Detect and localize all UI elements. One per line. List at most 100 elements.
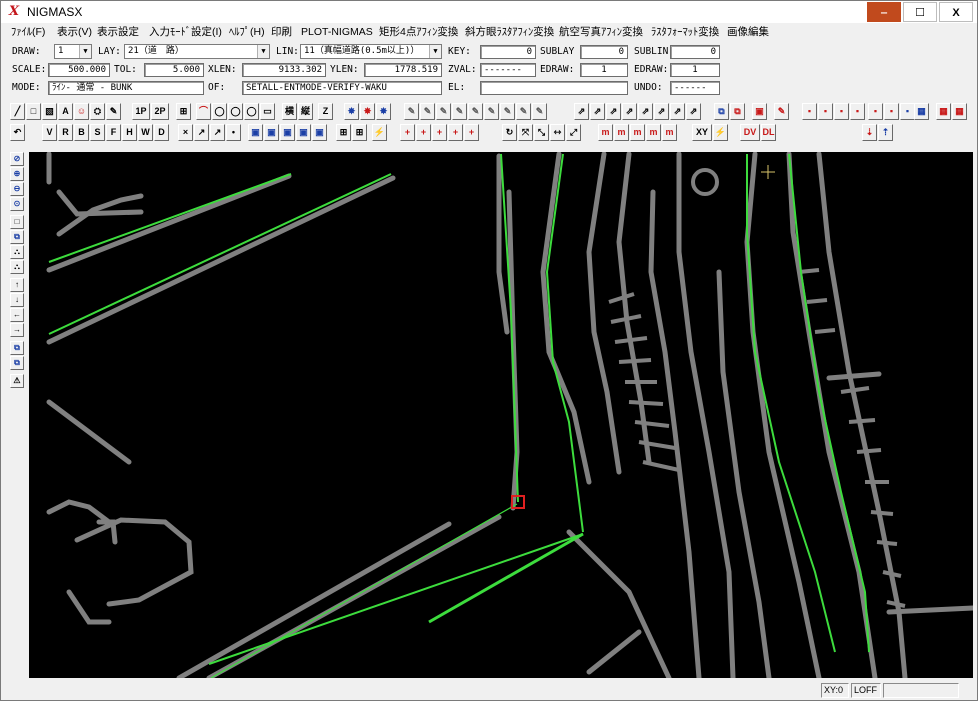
circle2-tool-button[interactable]: ◯: [228, 103, 243, 120]
measure5-button[interactable]: m: [662, 124, 677, 141]
edit8-button[interactable]: ✎: [516, 103, 531, 120]
xlen-field[interactable]: 9133.302: [242, 63, 326, 77]
measure1-button[interactable]: m: [598, 124, 613, 141]
file7-button[interactable]: ▪: [900, 103, 915, 120]
menu-view[interactable]: 表示(V): [57, 25, 92, 39]
menu-display-settings[interactable]: 表示設定: [97, 25, 139, 39]
menu-print[interactable]: 印刷: [271, 25, 292, 39]
binoculars-icon[interactable]: ⛬: [10, 245, 24, 259]
close-button[interactable]: X: [939, 2, 973, 22]
edit4-button[interactable]: ✎: [452, 103, 467, 120]
stamp-tool-button[interactable]: ⛭: [90, 103, 105, 120]
view5-button[interactable]: ▣: [312, 124, 327, 141]
select-f-button[interactable]: F: [106, 124, 121, 141]
burst-blue-button[interactable]: ✸: [344, 103, 359, 120]
edit2-button[interactable]: ✎: [420, 103, 435, 120]
maximize-button[interactable]: ☐: [903, 2, 937, 22]
snap3-button[interactable]: +: [432, 124, 447, 141]
one-point-button[interactable]: 1P: [132, 103, 150, 120]
line-tool-button[interactable]: ╱: [10, 103, 25, 120]
layer-down-button[interactable]: ⇣: [862, 124, 877, 141]
undo-button[interactable]: ↶: [10, 124, 25, 141]
menu-image-edit[interactable]: 画像編集: [727, 25, 769, 39]
skew-button[interactable]: ⤢: [566, 124, 581, 141]
snap5-button[interactable]: +: [464, 124, 479, 141]
dv-button[interactable]: DV: [740, 124, 760, 141]
select-s-button[interactable]: S: [90, 124, 105, 141]
select-d-button[interactable]: D: [154, 124, 169, 141]
el-field[interactable]: [480, 81, 628, 95]
zoom-fit-button[interactable]: ⊙: [10, 197, 24, 211]
scale-button[interactable]: ⤧: [518, 124, 533, 141]
menu-help[interactable]: ﾍﾙﾌﾟ(H): [229, 25, 265, 39]
zoom-reset-button[interactable]: ⊘: [10, 152, 24, 166]
move2-button[interactable]: ⇗: [590, 103, 605, 120]
arc-tool-button[interactable]: ⌒: [196, 103, 211, 120]
file3-button[interactable]: ▪: [834, 103, 849, 120]
dot-button[interactable]: •: [226, 124, 241, 141]
move3-button[interactable]: ⇗: [606, 103, 621, 120]
file6-button[interactable]: ▪: [884, 103, 899, 120]
file1-button[interactable]: ▪: [802, 103, 817, 120]
mirror-button[interactable]: ⇿: [550, 124, 565, 141]
z-button[interactable]: Z: [318, 103, 333, 120]
rotate-button[interactable]: ↻: [502, 124, 517, 141]
circle-tool-button[interactable]: ◯: [212, 103, 227, 120]
binoculars2-icon[interactable]: ⛬: [10, 260, 24, 274]
two-point-button[interactable]: 2P: [151, 103, 169, 120]
select-b-button[interactable]: B: [74, 124, 89, 141]
flash-button[interactable]: ⚡: [372, 124, 387, 141]
edit6-button[interactable]: ✎: [484, 103, 499, 120]
zoom-out-button[interactable]: ⊖: [10, 182, 24, 196]
panel2-button[interactable]: ▦: [936, 103, 951, 120]
snap4-button[interactable]: +: [448, 124, 463, 141]
measure4-button[interactable]: m: [646, 124, 661, 141]
warning-icon[interactable]: ⚠: [10, 374, 24, 388]
zoom-in-button[interactable]: ⊕: [10, 167, 24, 181]
line-select[interactable]: 11（真幅道路(0.5m以上)） ▼: [300, 44, 442, 59]
panel-button[interactable]: ▦: [914, 103, 929, 120]
edit1-button[interactable]: ✎: [404, 103, 419, 120]
xy-flash-button[interactable]: ⚡: [713, 124, 728, 141]
undo-field[interactable]: ------: [670, 81, 720, 95]
hatch-tool-button[interactable]: ▧: [42, 103, 57, 120]
zoom-prev-button[interactable]: ⧉: [10, 230, 24, 244]
move5-button[interactable]: ⇗: [638, 103, 653, 120]
panel3-button[interactable]: ▦: [952, 103, 967, 120]
move8-button[interactable]: ⇗: [686, 103, 701, 120]
file4-button[interactable]: ▪: [850, 103, 865, 120]
select-h-button[interactable]: H: [122, 124, 137, 141]
measure3-button[interactable]: m: [630, 124, 645, 141]
edraw-field[interactable]: 1: [580, 63, 628, 77]
zval-field[interactable]: -------: [480, 63, 536, 77]
menu-raster-format[interactable]: ﾗｽﾀﾌｫｰﾏｯﾄ変換: [651, 25, 719, 39]
menu-plot-nigmas[interactable]: PLOT-NIGMAS: [301, 25, 373, 39]
layer-up-button[interactable]: ⇡: [878, 124, 893, 141]
zoom-window-button[interactable]: □: [10, 215, 24, 229]
arrow2-button[interactable]: ↗: [210, 124, 225, 141]
key-field[interactable]: 0: [480, 45, 536, 59]
menu-input-mode[interactable]: 入力ﾓｰﾄﾞ設定(I): [149, 25, 222, 39]
cross-mark-button[interactable]: ×: [178, 124, 193, 141]
map-canvas[interactable]: [29, 152, 973, 678]
move1-button[interactable]: ⇗: [574, 103, 589, 120]
menu-oblique-raster-affine[interactable]: 斜方眼ﾗｽﾀｱﾌｨﾝ変換: [465, 25, 554, 39]
edraw2-field[interactable]: 1: [670, 63, 720, 77]
frame-button[interactable]: ▣: [752, 103, 767, 120]
copy2-button[interactable]: ⧉: [730, 103, 745, 120]
rect-tool-button[interactable]: □: [26, 103, 41, 120]
horizontal-button[interactable]: 横: [282, 103, 297, 120]
pan-left-button[interactable]: ←: [10, 308, 24, 322]
stretch-button[interactable]: ⤡: [534, 124, 549, 141]
menu-file[interactable]: ﾌｧｲﾙ(F): [11, 25, 45, 39]
burst-green-button[interactable]: ✸: [376, 103, 391, 120]
file5-button[interactable]: ▪: [868, 103, 883, 120]
pan-down-button[interactable]: ↓: [10, 293, 24, 307]
edit5-button[interactable]: ✎: [468, 103, 483, 120]
move7-button[interactable]: ⇗: [670, 103, 685, 120]
vertical-button[interactable]: 縦: [298, 103, 313, 120]
ylen-field[interactable]: 1778.519: [364, 63, 442, 77]
move6-button[interactable]: ⇗: [654, 103, 669, 120]
view2-button[interactable]: ▣: [264, 124, 279, 141]
dl-button[interactable]: DL: [761, 124, 776, 141]
